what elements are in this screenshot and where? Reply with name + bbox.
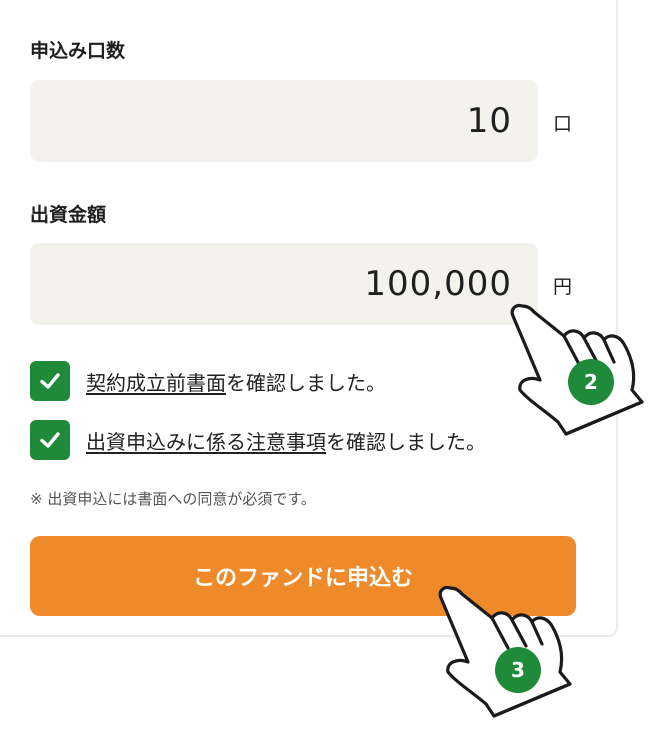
contract-document-link[interactable]: 契約成立前書面 [86,371,226,395]
amount-input[interactable]: 100,000 [30,243,538,325]
consent-note: ※ 出資申込には書面への同意が必須です。 [30,490,316,508]
checkmark-icon [40,373,60,389]
amount-input-value: 100,000 [364,264,512,304]
step-three-badge: 3 [495,647,541,693]
check-row-contract: 契約成立前書面を確認しました。 [30,361,386,401]
contract-check-suffix: を確認しました。 [226,370,386,395]
contract-checkbox[interactable] [30,361,70,401]
step-two-badge: 2 [568,359,614,405]
check-row-notice: 出資申込みに係る注意事項を確認しました。 [30,420,486,460]
amount-label: 出資金額 [30,204,107,226]
contract-check-text: 契約成立前書面を確認しました。 [86,367,386,396]
checkmark-icon [40,432,60,448]
notice-link[interactable]: 出資申込みに係る注意事項 [86,430,326,454]
notice-check-text: 出資申込みに係る注意事項を確認しました。 [86,426,486,455]
units-input-value: 10 [466,101,512,141]
units-input[interactable]: 10 [30,80,538,162]
amount-unit: 円 [553,276,573,298]
units-label: 申込み口数 [30,40,126,62]
notice-checkbox[interactable] [30,420,70,460]
units-unit: 口 [553,113,573,135]
notice-check-suffix: を確認しました。 [326,429,486,454]
